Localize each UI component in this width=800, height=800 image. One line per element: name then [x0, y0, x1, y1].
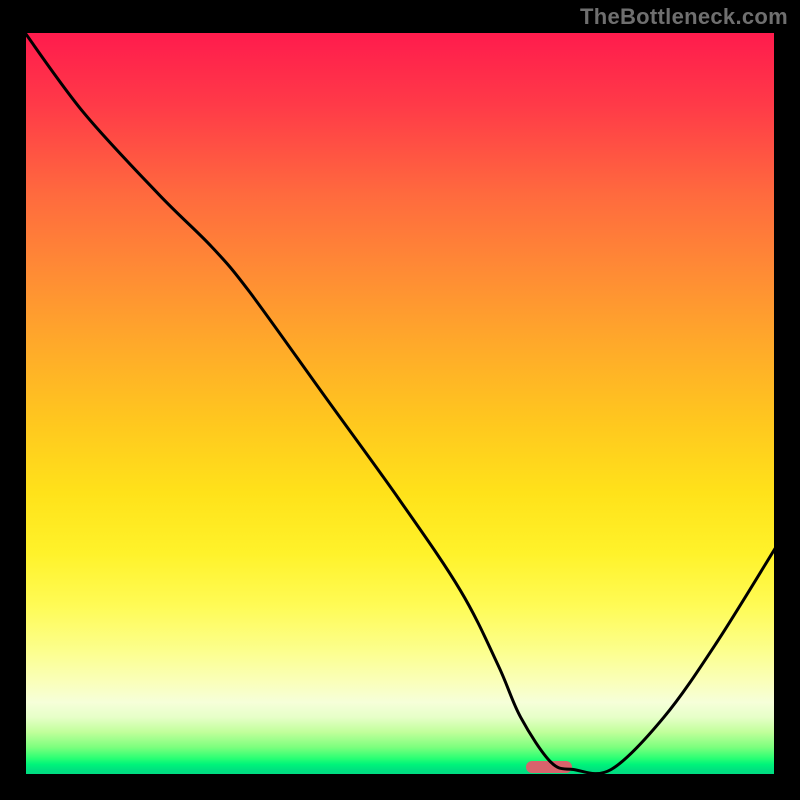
plot-area: [23, 30, 777, 777]
watermark-label: TheBottleneck.com: [580, 4, 788, 30]
chart-container: TheBottleneck.com: [0, 0, 800, 800]
bottleneck-curve: [23, 30, 777, 777]
